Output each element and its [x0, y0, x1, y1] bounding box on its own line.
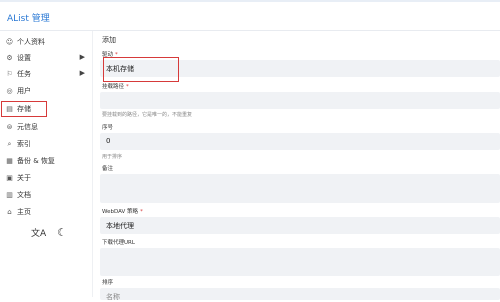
sidebar-item-label: 备份 & 恢复	[17, 157, 55, 165]
webdav-value: 本地代理	[106, 222, 134, 230]
sidebar-footer: 文A ☾	[31, 226, 67, 239]
moon-icon[interactable]: ☾	[57, 226, 67, 239]
translate-icon[interactable]: 文A	[31, 226, 46, 239]
gear-icon: ⚙	[6, 54, 13, 62]
sidebar-item-label: 索引	[17, 140, 31, 148]
sort-value: 名称	[106, 293, 120, 301]
docs-icon: ▥	[6, 191, 13, 199]
sidebar-item-index[interactable]: ⌕ 索引	[2, 136, 88, 152]
sidebar-item-label: 主页	[17, 208, 31, 216]
remark-textarea[interactable]	[100, 174, 500, 203]
mount-path-input[interactable]	[100, 92, 500, 109]
download-proxy-input[interactable]	[100, 248, 500, 276]
sidebar-item-settings[interactable]: ⚙ 设置 ▶	[2, 50, 88, 66]
download-proxy-label: 下载代理URL	[102, 240, 135, 246]
storage-form: 添加 驱动 * 本机存储 挂载路径 * 要挂载到的路径，它是唯一的，不能重复 序号 …	[100, 31, 500, 301]
chevron-right-icon: ▶	[79, 53, 85, 61]
person-icon: ☺	[5, 38, 14, 46]
sidebar-item-home[interactable]: ⌂ 主页	[2, 204, 88, 220]
order-label: 序号	[102, 125, 114, 131]
users-icon: ◎	[6, 87, 13, 95]
webdav-select[interactable]: 本地代理	[100, 217, 500, 234]
sort-label: 排序	[102, 280, 114, 286]
webdav-label: WebDAV 策略 *	[102, 209, 143, 215]
order-value: 0	[106, 137, 111, 145]
sidebar-item-backup[interactable]: ▦ 备份 & 恢复	[2, 153, 88, 169]
sort-select[interactable]: 名称	[100, 288, 500, 301]
mount-path-help: 要挂载到的路径，它是唯一的，不能重复	[102, 112, 193, 118]
order-input[interactable]: 0	[100, 133, 500, 150]
tasks-icon: ⚐	[6, 70, 13, 78]
sidebar-item-meta[interactable]: ⊜ 元信息	[2, 119, 88, 135]
meta-icon: ⊜	[6, 123, 13, 131]
search-icon: ⌕	[7, 139, 12, 148]
sidebar-item-about[interactable]: ▣ 关于	[2, 170, 88, 186]
home-icon: ⌂	[7, 208, 12, 216]
driver-highlight-box	[103, 57, 179, 82]
backup-icon: ▦	[6, 157, 13, 165]
sidebar-item-docs[interactable]: ▥ 文档	[2, 187, 88, 203]
about-icon: ▣	[6, 174, 13, 182]
sidebar-item-label: 存储	[17, 105, 31, 113]
storage-icon: ▤	[6, 105, 13, 113]
sidebar-item-label: 用户	[17, 87, 31, 95]
sidebar: ☺ 个人资料 ⚙ 设置 ▶ ⚐ 任务 ▶ ◎ 用户 ▤ 存储 ⊜ 元信息 ⌕ 索…	[0, 31, 93, 297]
mount-path-label: 挂载路径 *	[102, 84, 129, 90]
sidebar-item-storage[interactable]: ▤ 存储	[1, 101, 47, 117]
sidebar-item-label: 元信息	[17, 123, 38, 131]
sidebar-item-tasks[interactable]: ⚐ 任务 ▶	[2, 66, 88, 82]
app-title: AList 管理	[7, 14, 50, 24]
remark-label: 备注	[102, 166, 114, 172]
sidebar-item-label: 文档	[17, 191, 31, 199]
sidebar-item-label: 设置	[17, 54, 31, 62]
sidebar-item-label: 任务	[17, 70, 31, 78]
sidebar-item-users[interactable]: ◎ 用户	[2, 83, 88, 99]
form-title: 添加	[102, 36, 116, 44]
order-help: 用于排序	[102, 154, 123, 160]
sidebar-item-label: 关于	[17, 174, 31, 182]
sidebar-item-label: 个人资料	[17, 38, 45, 46]
sidebar-item-profile[interactable]: ☺ 个人资料	[2, 34, 88, 50]
chevron-right-icon: ▶	[79, 69, 85, 77]
app-header: AList 管理	[0, 2, 500, 31]
